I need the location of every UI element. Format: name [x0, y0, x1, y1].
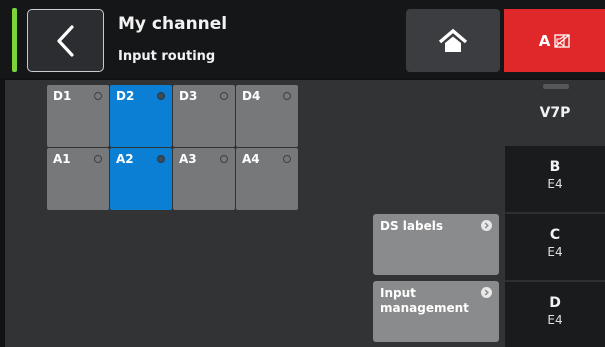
arrow-right-circle-icon	[481, 287, 492, 298]
status-dot	[283, 92, 291, 100]
ds-labels-button[interactable]: DS labels	[373, 214, 499, 275]
input-management-line1: Input	[380, 286, 416, 300]
input-cell-label: D4	[242, 89, 261, 103]
tab-title: C	[549, 227, 561, 243]
tab-v7p[interactable]: V7P	[505, 80, 605, 146]
ds-labels-label: DS labels	[380, 219, 443, 233]
mute-button[interactable]: A	[504, 9, 605, 72]
tab-subtitle: E4	[547, 245, 563, 259]
input-cell-d2[interactable]: D2	[110, 85, 172, 147]
input-cell-a1[interactable]: A1	[47, 148, 109, 210]
status-dot	[220, 155, 228, 163]
tab-subtitle: E4	[547, 313, 563, 327]
status-dot	[283, 155, 291, 163]
back-button[interactable]	[27, 9, 104, 72]
home-icon	[438, 28, 468, 52]
tab-d[interactable]: D E4	[505, 282, 605, 347]
status-dot	[157, 92, 165, 100]
input-cell-label: A1	[53, 152, 71, 166]
input-cell-label: D2	[116, 89, 135, 103]
input-cell-d3[interactable]: D3	[173, 85, 235, 147]
input-cell-a3[interactable]: A3	[173, 148, 235, 210]
channel-tabs: V7P B E4 C E4 D E4	[505, 80, 605, 347]
input-cell-label: A4	[242, 152, 260, 166]
input-management-line2: management	[380, 301, 469, 315]
mute-button-label: A	[538, 31, 551, 50]
speaker-muted-icon	[554, 33, 570, 48]
page-subtitle: Input routing	[118, 49, 216, 64]
chevron-left-icon	[56, 24, 74, 57]
input-cell-label: A3	[179, 152, 197, 166]
level-meter	[12, 8, 17, 72]
tab-title: V7P	[539, 105, 571, 121]
top-bar: My channel Input routing A	[0, 0, 605, 78]
page-title: My channel	[118, 14, 228, 34]
input-cell-a4[interactable]: A4	[236, 148, 298, 210]
input-cell-label: D1	[53, 89, 72, 103]
input-cell-label: A2	[116, 152, 134, 166]
tab-indicator	[543, 84, 569, 89]
status-dot	[157, 155, 165, 163]
input-cell-label: D3	[179, 89, 198, 103]
tab-c[interactable]: C E4	[505, 214, 605, 280]
tab-b[interactable]: B E4	[505, 146, 605, 212]
status-dot	[220, 92, 228, 100]
tab-subtitle: E4	[547, 177, 563, 191]
input-cell-a2[interactable]: A2	[110, 148, 172, 210]
input-routing-screen: My channel Input routing A D1 D2 D3 D4 A…	[0, 0, 605, 347]
input-management-button[interactable]: Input management	[373, 281, 499, 342]
tab-title: D	[549, 295, 561, 311]
input-cell-d4[interactable]: D4	[236, 85, 298, 147]
input-management-label: Input management	[380, 286, 469, 316]
routing-panel: D1 D2 D3 D4 A1 A2 A3 A4 DS labels Input …	[5, 80, 505, 347]
status-dot	[94, 155, 102, 163]
tab-title: B	[549, 159, 561, 175]
home-button[interactable]	[406, 9, 500, 72]
status-dot	[94, 92, 102, 100]
arrow-right-circle-icon	[481, 220, 492, 231]
input-cell-d1[interactable]: D1	[47, 85, 109, 147]
